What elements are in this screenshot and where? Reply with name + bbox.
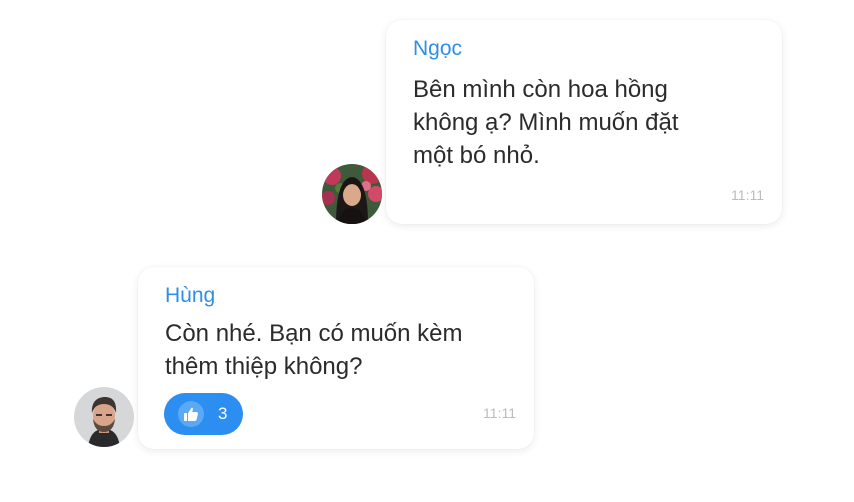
sender-name: Ngọc xyxy=(413,37,463,60)
message-bubble-ngoc[interactable]: Ngọc Bên mình còn hoa hồng không ạ? Mình… xyxy=(386,20,782,224)
message-bubble-hung[interactable]: Hùng Còn nhé. Bạn có muốn kèm thêm thiệp… xyxy=(138,267,534,449)
message-text: Còn nhé. Bạn có muốn kèm thêm thiệp khôn… xyxy=(165,320,463,380)
message-timestamp: 11:11 xyxy=(731,187,764,203)
reaction-badge[interactable]: 3 xyxy=(164,393,244,435)
avatar-ngoc[interactable] xyxy=(322,164,382,224)
thumbs-up-icon xyxy=(178,401,204,427)
sender-name: Hùng xyxy=(165,284,216,307)
chat-view: Ngọc Bên mình còn hoa hồng không ạ? Mình… xyxy=(0,0,854,502)
message-text: Bên mình còn hoa hồng không ạ? Mình muốn… xyxy=(413,76,679,169)
avatar-hung[interactable] xyxy=(74,387,134,447)
man-avatar-image xyxy=(74,387,134,447)
reaction-count: 3 xyxy=(218,404,228,423)
woman-avatar-image xyxy=(322,164,382,224)
message-timestamp: 11:11 xyxy=(483,405,516,421)
